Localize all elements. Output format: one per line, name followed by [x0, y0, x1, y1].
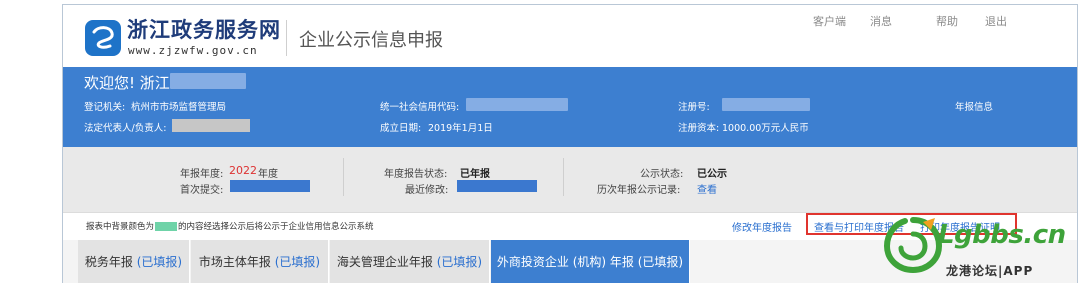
- last-modified-label: 最近修改:: [405, 185, 449, 196]
- notice-text: 报表中背景颜色为 的内容经选择公示后将公示于企业信用信息公示系统: [86, 220, 374, 232]
- logout-link[interactable]: 退出: [985, 13, 1007, 29]
- header-divider: [286, 20, 287, 56]
- report-year-value: 2022: [229, 164, 257, 177]
- summary-divider: [563, 158, 564, 196]
- tab-customs-report[interactable]: 海关管理企业年报 (已填报): [330, 240, 490, 283]
- report-year-unit: 年度: [258, 169, 278, 180]
- report-summary: [63, 147, 1077, 213]
- notice-text-after: 的内容经选择公示后将公示于企业信用信息公示系统: [178, 222, 374, 232]
- credit-code-label: 统一社会信用代码:: [380, 102, 460, 113]
- capital-value: 1000.00万元人民币: [722, 123, 809, 134]
- last-modified-redacted: [457, 180, 537, 192]
- credit-code-redacted: [466, 98, 568, 111]
- tab-foreign-investment-report[interactable]: 外商投资企业 (机构) 年报 (已填报): [491, 240, 690, 283]
- publicity-value: 已公示: [697, 169, 727, 180]
- site-name[interactable]: 浙江政务服务网: [127, 14, 281, 44]
- legal-rep-label: 法定代表人/负责人:: [84, 123, 167, 134]
- watermark-subtitle: 龙港论坛|APP: [946, 264, 1034, 278]
- public-color-swatch: [155, 222, 178, 231]
- watermark-logo-icon: [883, 217, 943, 274]
- tab-status: (已填报): [274, 255, 321, 269]
- welcome-text: 欢迎您! 浙江: [84, 74, 170, 92]
- help-link[interactable]: 帮助: [936, 13, 958, 29]
- report-status-label: 年度报告状态:: [384, 169, 448, 180]
- tab-market-entity-report[interactable]: 市场主体年报 (已填报): [191, 240, 329, 283]
- tab-label: 税务年报: [84, 255, 133, 269]
- tab-status: (已填报): [136, 255, 183, 269]
- history-view-link[interactable]: 查看: [697, 181, 717, 196]
- tab-label: 市场主体年报: [198, 255, 271, 269]
- publicity-label: 公示状态:: [640, 169, 684, 180]
- company-name-redacted: [170, 73, 246, 89]
- site-url: www.zjzwfw.gov.cn: [128, 44, 258, 57]
- watermark-brand: Lgbbs.cn: [938, 220, 1066, 250]
- tab-tax-report[interactable]: 税务年报 (已填报): [78, 240, 190, 283]
- capital-label: 注册资本:: [678, 123, 720, 134]
- report-status-value: 已年报: [460, 169, 490, 180]
- reg-no-label: 注册号:: [678, 102, 710, 113]
- founded-label: 成立日期:: [380, 123, 422, 134]
- messages-link[interactable]: 消息: [870, 13, 892, 29]
- modify-report-link[interactable]: 修改年度报告: [732, 219, 792, 234]
- notice-text-before: 报表中背景颜色为: [86, 222, 155, 232]
- tab-status: (已填报): [436, 255, 483, 269]
- founded-value: 2019年1月1日: [428, 123, 493, 134]
- portal-title: 企业公示信息申报: [299, 30, 443, 51]
- tab-label: 海关管理企业年报: [336, 255, 433, 269]
- annual-info-link[interactable]: 年报信息: [955, 99, 993, 113]
- legal-rep-redacted: [172, 119, 250, 132]
- summary-divider: [343, 158, 344, 196]
- first-submit-label: 首次提交:: [180, 185, 224, 196]
- reg-no-redacted: [722, 98, 810, 111]
- report-year-label: 年报年度:: [180, 169, 224, 180]
- tab-status: (已填报): [637, 255, 684, 269]
- authority-label: 登记机关:: [84, 102, 126, 113]
- zjzwfw-logo-icon[interactable]: [85, 20, 121, 56]
- client-link[interactable]: 客户端: [813, 13, 846, 29]
- tab-label: 外商投资企业 (机构) 年报: [496, 255, 634, 269]
- authority-value: 杭州市市场监督管理局: [131, 102, 227, 113]
- history-label: 历次年报公示记录:: [597, 185, 681, 196]
- first-submit-redacted: [230, 180, 310, 192]
